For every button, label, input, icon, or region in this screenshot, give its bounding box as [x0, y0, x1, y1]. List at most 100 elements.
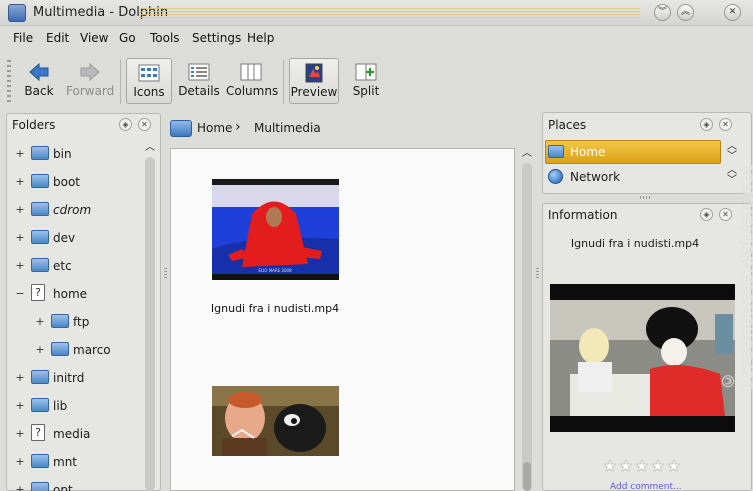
expand-icon[interactable]: +	[15, 427, 25, 440]
dolphin-app-icon[interactable]	[8, 4, 26, 22]
menu-go[interactable]: Go	[119, 31, 136, 45]
folder-label: initrd	[53, 371, 85, 385]
breadcrumb-current[interactable]: Multimedia	[254, 121, 321, 135]
folders-close-button[interactable]: ✕	[138, 118, 151, 131]
watermark: © screenshots.debian.net	[718, 164, 753, 390]
places-panel-title: Places	[548, 118, 587, 132]
star-icon[interactable]: ★	[603, 459, 616, 474]
split-button[interactable]: Split	[346, 58, 386, 104]
close-button[interactable]: ✕	[724, 4, 741, 21]
star-icon[interactable]: ★	[619, 459, 632, 474]
star-icon[interactable]: ★	[667, 459, 680, 474]
expand-icon[interactable]: +	[15, 399, 25, 412]
content-scrollbar[interactable]	[522, 163, 532, 491]
folder-label: home	[53, 287, 88, 301]
expand-icon[interactable]: +	[15, 371, 25, 384]
folder-tree-item[interactable]: + lib	[12, 391, 142, 419]
menu-help[interactable]: Help	[247, 31, 274, 45]
folder-tree-item[interactable]: + mnt	[12, 447, 142, 475]
preview-button[interactable]: Preview	[289, 58, 339, 104]
expand-icon[interactable]: +	[35, 315, 45, 328]
information-float-button[interactable]: ◈	[700, 208, 713, 221]
expand-icon[interactable]: +	[15, 147, 25, 160]
folder-icon	[31, 174, 49, 188]
preview-image	[550, 300, 735, 416]
folder-label: mnt	[53, 455, 77, 469]
places-splitter-handle[interactable]	[640, 196, 650, 199]
folder-icon	[31, 230, 49, 244]
folders-float-button[interactable]: ◈	[119, 118, 132, 131]
expand-icon[interactable]: +	[15, 203, 25, 216]
expand-icon[interactable]: +	[15, 175, 25, 188]
back-button[interactable]: Back	[18, 58, 60, 104]
expand-icon[interactable]: +	[15, 483, 25, 491]
preview-label: Preview	[290, 85, 338, 99]
folder-label: bin	[53, 147, 72, 161]
folder-label: boot	[53, 175, 81, 189]
folders-scrollbar[interactable]	[145, 157, 155, 491]
network-globe-icon	[548, 169, 563, 184]
folder-tree-item[interactable]: + bin	[12, 139, 142, 167]
columns-label: Columns	[226, 84, 279, 98]
minimize-button[interactable]: ︾	[654, 4, 671, 21]
add-comment-link[interactable]: Add comment...	[610, 482, 682, 491]
details-label: Details	[178, 84, 220, 98]
places-item-network[interactable]: Network	[570, 170, 620, 184]
star-icon[interactable]: ★	[651, 459, 664, 474]
content-scrollbar-thumb[interactable]	[523, 462, 531, 491]
menu-tools[interactable]: Tools	[150, 31, 180, 45]
forward-button[interactable]: Forward	[66, 58, 114, 104]
menu-view[interactable]: View	[80, 31, 108, 45]
places-close-button[interactable]: ✕	[719, 118, 732, 131]
folder-tree-item[interactable]: + dev	[12, 223, 142, 251]
menu-settings[interactable]: Settings	[192, 31, 241, 45]
folder-tree-item[interactable]: +? media	[12, 419, 142, 447]
folder-tree-item[interactable]: + boot	[12, 167, 142, 195]
folder-tree-item[interactable]: −? home	[12, 279, 142, 307]
folder-label: media	[53, 427, 91, 441]
icons-label: Icons	[133, 85, 165, 99]
forward-arrow-icon	[80, 62, 100, 82]
folder-tree-item[interactable]: + ftp	[12, 307, 142, 335]
file-thumbnail[interactable]	[212, 386, 339, 456]
folder-tree-item[interactable]: + opt	[12, 475, 142, 491]
folder-label: lib	[53, 399, 68, 413]
sidebar-splitter-handle[interactable]	[536, 268, 539, 278]
folders-scroll-up[interactable]: ︿	[145, 143, 155, 153]
home-icon[interactable]	[170, 120, 192, 137]
folders-splitter-handle[interactable]	[164, 268, 167, 278]
folder-tree-item[interactable]: + marco	[12, 335, 142, 363]
details-view-button[interactable]: Details	[178, 58, 220, 104]
split-label: Split	[352, 84, 380, 98]
maximize-button[interactable]: ︽	[677, 4, 694, 21]
folder-tree-item[interactable]: + cdrom	[12, 195, 142, 223]
information-preview	[550, 284, 735, 432]
toolbar-separator	[120, 60, 121, 104]
file-name[interactable]: Ignudi fra i nudisti.mp4	[190, 302, 360, 315]
split-view-icon	[355, 63, 377, 81]
expand-icon[interactable]: +	[35, 343, 45, 356]
folder-tree-item[interactable]: + etc	[12, 251, 142, 279]
file-thumbnail[interactable]: ELIO MARE 2008	[212, 179, 339, 280]
folders-panel-title: Folders	[12, 118, 56, 132]
folder-tree-item[interactable]: + initrd	[12, 363, 142, 391]
star-icon[interactable]: ★	[635, 459, 648, 474]
folder-icon	[51, 342, 69, 356]
columns-view-button[interactable]: Columns	[226, 58, 279, 104]
collapse-icon[interactable]: −	[15, 287, 25, 300]
toolbar-grip[interactable]	[7, 60, 11, 104]
menu-file[interactable]: File	[13, 31, 33, 45]
icons-view-icon	[138, 64, 160, 82]
menu-bar	[0, 28, 753, 50]
video-thumbnail-image: ELIO MARE 2008	[212, 185, 339, 280]
icons-view-button[interactable]: Icons	[126, 58, 172, 104]
menu-edit[interactable]: Edit	[46, 31, 69, 45]
folder-icon	[31, 454, 49, 468]
places-float-button[interactable]: ◈	[700, 118, 713, 131]
expand-icon[interactable]: +	[15, 455, 25, 468]
content-scroll-up[interactable]: ︿	[521, 148, 533, 160]
breadcrumb-home[interactable]: Home	[197, 121, 232, 135]
expand-icon[interactable]: +	[15, 259, 25, 272]
home-folder-icon	[548, 145, 564, 158]
expand-icon[interactable]: +	[15, 231, 25, 244]
